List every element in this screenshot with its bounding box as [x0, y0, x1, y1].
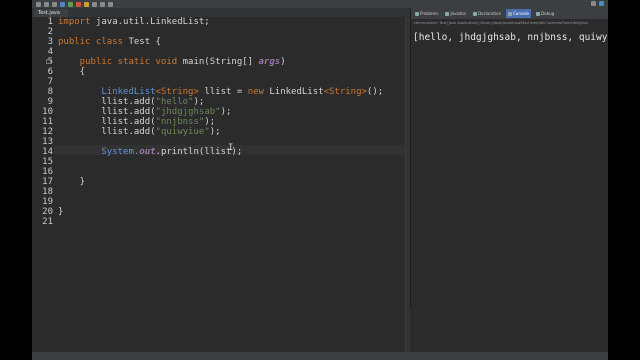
search-icon[interactable]: [92, 1, 97, 7]
code-line-main: public static void main(String[] args): [58, 57, 286, 67]
code-line-add: llist.add("hello");: [58, 97, 204, 107]
code-editor[interactable]: 1 2 3 4 5 6 7 8 9 10 11 12 13 14 15 16 1…: [32, 17, 410, 352]
panel-tab-bar: Problems Javadoc Declaration Console Deb…: [411, 8, 608, 19]
print-icon[interactable]: [52, 1, 57, 7]
keyword: public class: [58, 37, 124, 47]
code-line-add: llist.add("jhdgjghsab");: [58, 107, 231, 117]
stop-icon[interactable]: [76, 1, 81, 7]
tab-problems[interactable]: Problems: [413, 9, 440, 18]
ide-window: Test.java 1 2 3 4 5 6 7 8 9 10 11 12 13 …: [32, 0, 608, 360]
code-line-declaration: LinkedList<String> llist = new LinkedLis…: [58, 87, 383, 97]
line-number: 6: [47, 67, 53, 77]
line-number: 13: [42, 137, 53, 147]
tab-javadoc[interactable]: Javadoc: [443, 9, 468, 18]
console-panel: Problems Javadoc Declaration Console Deb…: [410, 8, 608, 308]
editor-tab-test-java[interactable]: Test.java: [34, 9, 68, 17]
keyword: import: [58, 17, 91, 27]
keyword: public static void: [58, 57, 178, 67]
tab-label: Problems: [420, 11, 439, 16]
tab-label: Console: [513, 11, 530, 16]
code-text: llist.add(: [58, 117, 156, 127]
line-number: 1: [47, 17, 53, 27]
generic-type: <String>: [155, 87, 199, 97]
string-literal: "nnjbnss": [155, 117, 205, 127]
status-bar: [32, 352, 608, 360]
code-text: main(String[]: [177, 57, 259, 67]
code-text: Test {: [123, 37, 161, 47]
line-number: 12: [42, 127, 53, 137]
line-number: 18: [42, 187, 53, 197]
string-literal: "quiwyiue": [155, 127, 210, 137]
line-number: 8: [47, 87, 53, 97]
declaration-icon: [473, 11, 478, 16]
code-line-add: llist.add("quiwyiue");: [58, 127, 221, 137]
problems-icon: [415, 11, 419, 16]
line-number: 15: [42, 157, 53, 167]
type-name: LinkedList: [58, 87, 156, 97]
code-text: );: [193, 97, 205, 107]
line-number: 21: [42, 217, 53, 227]
code-text: llist =: [198, 87, 248, 97]
line-number: 17: [42, 177, 53, 187]
quick-access-icon[interactable]: [591, 1, 596, 6]
code-line-import: import java.util.LinkedList;: [58, 17, 210, 27]
string-literal: "hello": [155, 97, 194, 107]
code-text: llist.add(: [58, 97, 156, 107]
tab-console[interactable]: Console: [506, 9, 532, 18]
javadoc-icon: [445, 11, 450, 16]
string-literal: "jhdgjghsab": [155, 107, 221, 117]
code-text: LinkedList: [263, 87, 324, 97]
console-process-label: <terminated> Test [Java Application] /Li…: [413, 21, 588, 25]
line-number: 16: [42, 167, 53, 177]
line-number: 11: [42, 117, 53, 127]
navigate-back-icon[interactable]: [100, 1, 105, 7]
save-icon[interactable]: [44, 1, 49, 7]
keyword: new: [247, 87, 264, 97]
tab-label: Declaration: [478, 11, 502, 16]
code-text: java.util.LinkedList;: [90, 17, 210, 27]
parameter-name: args: [258, 57, 281, 67]
code-text: llist.add(: [58, 127, 156, 137]
tab-label: Debug: [541, 11, 555, 16]
code-text: llist.add(: [58, 107, 156, 117]
tab-label: Javadoc: [450, 11, 467, 16]
line-number: 10: [42, 107, 53, 117]
mouse-ibeam-cursor-icon: I: [228, 143, 234, 153]
code-line-brace: }: [58, 207, 64, 217]
line-number: 7: [47, 77, 53, 87]
code-line-add: llist.add("nnjbnss");: [58, 117, 215, 127]
line-number: 20: [42, 207, 53, 217]
code-line-println: System.out.println(llist);: [58, 147, 242, 157]
navigate-forward-icon[interactable]: [108, 1, 113, 7]
code-line-brace: }: [58, 177, 86, 187]
run-icon[interactable]: [68, 1, 73, 7]
console-icon: [508, 11, 513, 16]
debug-tab-icon: [536, 11, 541, 16]
code-text: );: [209, 127, 221, 137]
tab-declaration[interactable]: Declaration: [471, 9, 503, 18]
debug-icon[interactable]: [60, 1, 65, 7]
console-output[interactable]: [hello, jhdgjghsab, nnjbnss, quiwyiue]: [413, 32, 608, 43]
line-number: 14: [42, 147, 53, 157]
line-number: 3: [47, 37, 53, 47]
code-line-brace: {: [58, 67, 86, 77]
generic-type: <String>: [323, 87, 367, 97]
fold-toggle-icon[interactable]: [46, 59, 51, 64]
code-text: );: [204, 117, 216, 127]
tab-debug[interactable]: Debug: [534, 9, 556, 18]
static-field: out: [139, 147, 156, 157]
type-name: System.: [58, 147, 140, 157]
line-number: 2: [47, 27, 53, 37]
code-line-class: public class Test {: [58, 37, 161, 47]
code-text: );: [220, 107, 232, 117]
perspective-icon[interactable]: [599, 1, 604, 6]
new-file-icon[interactable]: [36, 1, 41, 7]
toolbar: [32, 0, 608, 8]
code-text: ): [280, 57, 286, 67]
code-text: ();: [366, 87, 384, 97]
line-number: 19: [42, 197, 53, 207]
line-number: 4: [47, 47, 53, 57]
line-number: 9: [47, 97, 53, 107]
new-class-icon[interactable]: [84, 1, 89, 7]
